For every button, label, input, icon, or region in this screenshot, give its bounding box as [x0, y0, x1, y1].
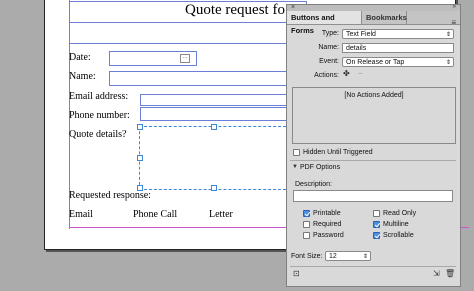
name-field[interactable]: [109, 71, 291, 86]
required-checkbox[interactable]: [303, 221, 310, 228]
select-arrows-icon: ⇕: [362, 254, 368, 260]
requested-response-label: Requested response:: [69, 190, 151, 201]
select-arrows-icon: ⇕: [445, 32, 451, 38]
selection-handle[interactable]: [137, 124, 143, 130]
no-actions-text: [No Actions Added]: [344, 92, 404, 99]
option-email-label: Email: [69, 209, 93, 220]
preview-icon[interactable]: ⊡: [293, 269, 300, 278]
collapse-icon[interactable]: »: [453, 4, 456, 10]
divider: [290, 160, 456, 161]
phone-field[interactable]: [140, 107, 292, 121]
read-only-label: Read Only: [383, 210, 417, 217]
selection-handle[interactable]: [137, 155, 143, 161]
event-label: Event:: [319, 58, 339, 65]
selection-handle[interactable]: [211, 124, 217, 130]
printable-label: Printable: [313, 210, 341, 217]
scrollable-label: Scrollable: [383, 232, 414, 239]
name-label: Name:: [69, 71, 96, 82]
phone-label: Phone number:: [69, 110, 130, 121]
document-title: Quote request fo: [185, 2, 285, 18]
divider: [290, 266, 456, 267]
type-label: Type:: [321, 30, 339, 37]
email-label: Email address:: [69, 91, 129, 102]
panel-tabs: Buttons and Forms Bookmarks ≡: [287, 11, 460, 35]
password-checkbox[interactable]: [303, 232, 310, 239]
actions-label: Actions:: [314, 72, 339, 79]
pdf-options-header[interactable]: PDF Options: [300, 164, 340, 171]
event-select-value: On Release or Tap: [346, 59, 405, 66]
select-arrows-icon: ⇕: [445, 60, 451, 66]
font-size-label: Font Size:: [291, 253, 323, 260]
hidden-until-triggered-checkbox[interactable]: [293, 149, 300, 156]
disclosure-triangle-icon[interactable]: ▼: [292, 164, 298, 170]
add-action-icon[interactable]: ✤: [343, 69, 350, 78]
multiline-checkbox[interactable]: [373, 221, 380, 228]
delete-icon[interactable]: 🗑: [445, 269, 455, 278]
details-field-selected[interactable]: [137, 124, 291, 191]
email-field[interactable]: [140, 94, 292, 106]
tab-bookmarks[interactable]: Bookmarks: [362, 11, 407, 24]
details-label: Quote details?: [69, 129, 127, 140]
required-label: Required: [313, 221, 342, 228]
buttons-and-forms-panel: × » Buttons and Forms Bookmarks ≡ Type: …: [286, 4, 461, 287]
date-label: Date:: [69, 52, 91, 63]
read-only-checkbox[interactable]: [373, 210, 380, 217]
option-phone-label: Phone Call: [133, 209, 178, 220]
actions-list[interactable]: [No Actions Added]: [292, 87, 456, 144]
date-field[interactable]: ⋯: [109, 51, 197, 66]
event-select[interactable]: On Release or Tap ⇕: [342, 57, 454, 67]
font-size-select[interactable]: 12 ⇕: [325, 251, 371, 261]
hidden-until-triggered-label: Hidden Until Triggered: [303, 149, 373, 156]
printable-checkbox[interactable]: [303, 210, 310, 217]
selection-handle[interactable]: [211, 185, 217, 191]
scrollable-checkbox[interactable]: [373, 232, 380, 239]
tab-buttons-and-forms[interactable]: Buttons and Forms: [287, 11, 362, 35]
name-input[interactable]: details: [342, 43, 454, 53]
password-label: Password: [313, 232, 344, 239]
panel-menu-icon[interactable]: ≡: [451, 18, 456, 27]
close-icon[interactable]: ×: [291, 4, 295, 11]
convert-to-button-icon[interactable]: ⇲: [433, 269, 440, 278]
type-select-value: Text Field: [346, 31, 376, 38]
description-input[interactable]: [293, 190, 453, 202]
type-select[interactable]: Text Field ⇕: [342, 29, 454, 39]
font-size-value: 12: [329, 253, 337, 260]
multiline-label: Multiline: [383, 221, 409, 228]
description-label: Description:: [295, 181, 332, 188]
column-guide: [69, 43, 289, 44]
option-letter-label: Letter: [209, 209, 233, 220]
name-label: Name:: [318, 44, 339, 51]
field-marker-icon: ⋯: [180, 54, 190, 63]
remove-action-icon[interactable]: −: [358, 69, 363, 78]
